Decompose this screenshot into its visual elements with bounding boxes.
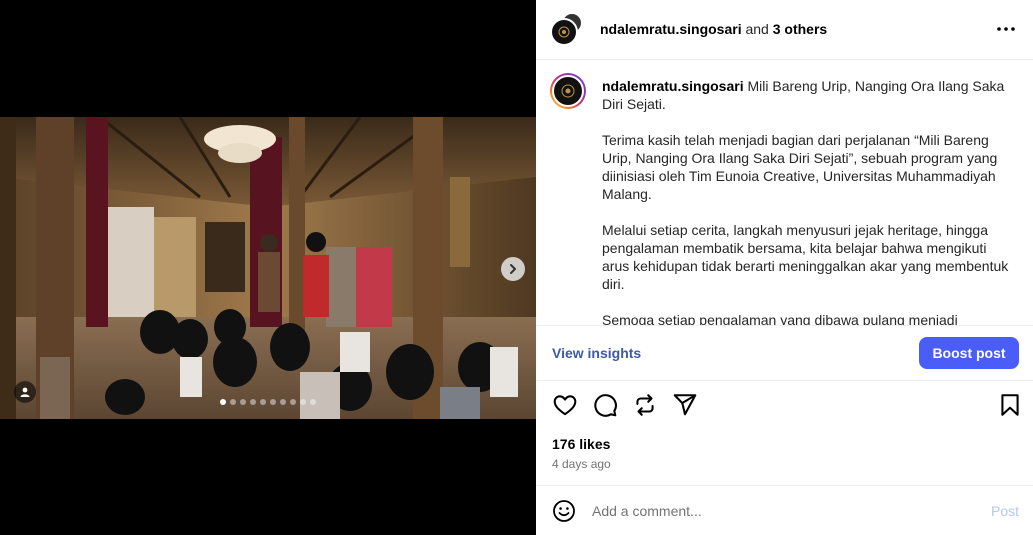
caption-text: ndalemratu.singosari Mili Bareng Urip, N… [602,77,1012,325]
post-authors: ndalemratu.singosari and 3 others [600,21,827,37]
insights-bar: View insights Boost post [536,325,1033,381]
collab-avatars[interactable] [550,12,584,48]
boost-post-button[interactable]: Boost post [919,337,1019,369]
caption-username-link[interactable]: ndalemratu.singosari [602,78,744,94]
photo-image [0,117,536,419]
post-media [0,0,536,535]
heart-icon [553,395,577,416]
others-link[interactable]: 3 others [773,21,827,37]
comment-button[interactable] [592,392,618,418]
carousel-dot [270,399,276,405]
post-comment-button[interactable]: Post [991,503,1019,519]
bookmark-icon [1001,394,1019,416]
and-text: and [745,21,769,37]
caption-paragraph: Terima kasih telah menjadi bagian dari p… [602,132,998,202]
user-tag-icon [20,387,30,397]
carousel-dot [300,399,306,405]
carousel-dot [260,399,266,405]
author-username-link[interactable]: ndalemratu.singosari [600,21,742,37]
share-button[interactable] [672,392,698,418]
carousel-next-button[interactable] [501,257,525,281]
save-button[interactable] [997,392,1023,418]
repost-button[interactable] [632,392,658,418]
view-insights-link[interactable]: View insights [552,345,641,361]
caption-avatar[interactable] [550,73,586,109]
post-photo[interactable] [0,117,536,419]
carousel-dot [220,399,226,405]
post-details-panel: ndalemratu.singosari and 3 others ndalem… [536,0,1033,535]
carousel-dot [290,399,296,405]
carousel-dot [240,399,246,405]
action-bar [536,392,1033,422]
caption-section: ndalemratu.singosari Mili Bareng Urip, N… [536,61,1033,325]
carousel-dot [280,399,286,405]
emoji-icon [553,500,575,522]
comment-bar: Post [536,485,1033,535]
comment-icon [594,394,617,417]
likes-count[interactable]: 176 likes [552,436,610,452]
logo-mark-icon [558,26,570,38]
chevron-right-icon [510,264,516,274]
logo-mark-icon [561,84,575,98]
like-button[interactable] [552,392,578,418]
post-timestamp[interactable]: 4 days ago [552,457,611,471]
send-icon [673,394,697,416]
emoji-button[interactable] [552,499,576,523]
comment-input[interactable] [592,501,952,521]
carousel-dot [250,399,256,405]
avatar [550,18,578,46]
caption-paragraph: Semoga setiap pengalaman yang dibawa pul… [602,312,958,325]
tagged-users-button[interactable] [14,381,36,403]
more-horizontal-icon [997,27,1015,31]
carousel-indicator [0,399,536,405]
caption-paragraph: Melalui setiap cerita, langkah menyusuri… [602,222,1009,292]
post-header: ndalemratu.singosari and 3 others [536,0,1033,60]
avatar [552,75,584,107]
carousel-dot [310,399,316,405]
repost-icon [636,394,654,416]
carousel-dot [230,399,236,405]
more-options-button[interactable] [995,18,1017,40]
